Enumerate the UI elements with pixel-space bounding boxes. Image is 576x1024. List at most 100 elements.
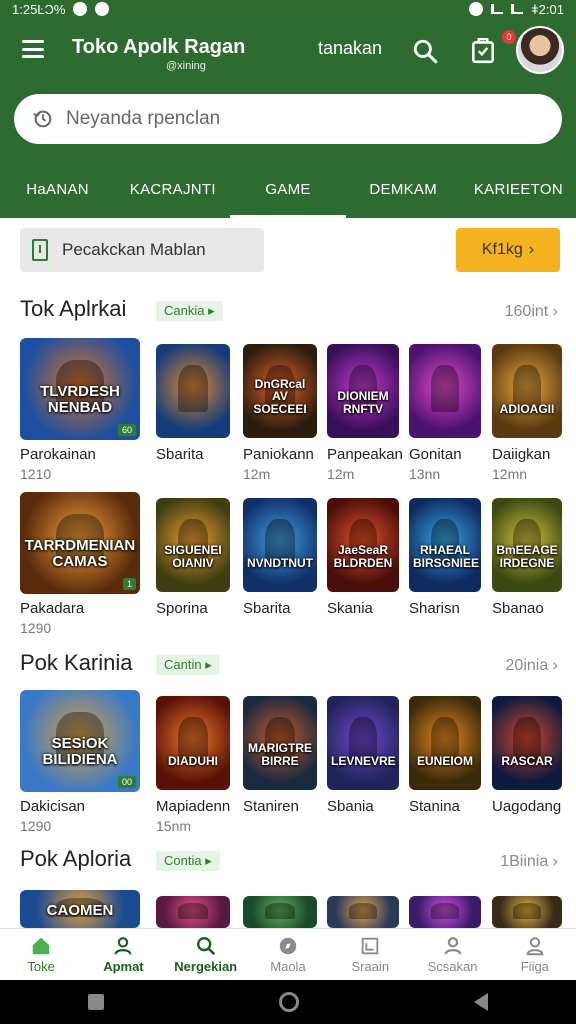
search-bar[interactable] xyxy=(14,94,562,144)
promo-action-button[interactable]: Kf1kg › xyxy=(456,228,560,272)
notification-icon xyxy=(95,2,110,16)
tab-karieeton[interactable]: KARIEETON xyxy=(461,168,576,218)
section-tag-button[interactable]: Cankia ▸ xyxy=(156,301,223,321)
alarm-icon xyxy=(469,2,484,16)
person-icon xyxy=(444,937,461,955)
promo-filter-button[interactable]: Pecakckan Mablan xyxy=(20,228,264,272)
bag-icon[interactable] xyxy=(470,36,496,64)
game-tile[interactable] xyxy=(409,896,481,928)
game-tile[interactable]: DIONIEM RNFTV xyxy=(327,344,399,438)
game-name[interactable]: Sbarita xyxy=(156,446,204,463)
section-see-more-link[interactable]: 20inia › xyxy=(506,657,558,675)
game-tile[interactable] xyxy=(492,896,562,928)
game-cover-title: EUNEIOM xyxy=(416,753,473,768)
game-tile[interactable]: TLVRDESH NENBAD 60 xyxy=(20,338,140,440)
game-name[interactable]: Sharisn xyxy=(409,600,460,617)
game-tile[interactable]: LEVNEVRE xyxy=(327,696,399,790)
game-name[interactable]: Stanina xyxy=(409,798,460,815)
chevron-right-icon: › xyxy=(548,853,558,870)
header-action-link[interactable]: tanakan xyxy=(318,38,382,59)
game-name[interactable]: Parokainan xyxy=(20,446,96,463)
search-icon[interactable] xyxy=(412,38,438,64)
game-meta: 1290 xyxy=(20,620,52,636)
game-name[interactable]: Daiigkan xyxy=(492,446,550,463)
avatar[interactable] xyxy=(516,26,564,74)
home-button-icon[interactable] xyxy=(278,992,299,1012)
game-tile[interactable] xyxy=(327,896,399,928)
nav-item-fiiga[interactable]: Fiiga xyxy=(494,929,576,980)
game-name[interactable]: Sbania xyxy=(327,798,374,815)
game-tile[interactable]: SESiOK BILIDIENA 00 xyxy=(20,690,140,792)
game-name[interactable]: Dakicisan xyxy=(20,798,85,815)
game-tile[interactable]: RHAEAL BIRSGNIEE xyxy=(409,498,481,592)
game-tile[interactable] xyxy=(243,896,317,928)
system-navigation-bar xyxy=(0,980,576,1024)
section-title: Tok Aplrkai xyxy=(20,296,127,321)
rating-badge: 1 xyxy=(122,578,136,590)
bottom-navigation: Toke Apmat Nergekian Maola Sraain Scsakan Fiig… xyxy=(0,928,576,980)
game-cover-title: RASCAR xyxy=(501,753,553,768)
game-tile[interactable]: JaeSeaR BLDRDEN xyxy=(327,498,399,592)
game-tile[interactable]: ADIOAGII xyxy=(492,344,562,438)
game-name[interactable]: Skania xyxy=(327,600,373,617)
nav-item-label: Fiiga xyxy=(520,959,549,974)
game-tile[interactable]: DIADUHI xyxy=(156,696,230,790)
game-character-art xyxy=(513,903,541,920)
game-tile[interactable] xyxy=(156,896,230,928)
battery-icon xyxy=(511,4,524,14)
game-name[interactable]: Mapiadenn xyxy=(156,798,230,815)
game-tile[interactable] xyxy=(409,344,481,438)
account-icon xyxy=(526,937,544,956)
game-name[interactable]: Panpeakan xyxy=(327,446,403,463)
recents-icon[interactable] xyxy=(87,994,104,1010)
menu-icon[interactable] xyxy=(22,40,44,58)
search-input[interactable] xyxy=(66,108,506,130)
category-tabs: HaANAN KACRAJNTI GAME DEMKAM KARIEETON xyxy=(0,168,576,218)
nav-item-scsakan[interactable]: Scsakan xyxy=(411,929,493,980)
game-tile[interactable]: EUNEIOM xyxy=(409,696,481,790)
game-tile[interactable]: SIGUENEI OIANIV xyxy=(156,498,230,592)
section-count-label: 20inia xyxy=(505,657,549,674)
game-cover-title: SIGUENEI OIANIV xyxy=(164,543,222,570)
nav-item-apmat[interactable]: Apmat xyxy=(82,929,164,980)
nav-item-maola[interactable]: Maola xyxy=(247,929,329,980)
section-tag-button[interactable]: Contia ▸ xyxy=(156,851,220,871)
tab-category[interactable]: KACRAJNTI xyxy=(115,168,230,218)
game-name[interactable]: Staniren xyxy=(243,798,299,815)
nav-item-toke[interactable]: Toke xyxy=(0,929,82,980)
game-tile[interactable] xyxy=(156,344,230,438)
game-name[interactable]: Uagodang xyxy=(492,798,561,815)
rating-badge: 60 xyxy=(117,424,136,436)
game-character-art xyxy=(430,903,460,920)
promo-filter-label: Pecakckan Mablan xyxy=(62,240,206,259)
section-tag-button[interactable]: Cantin ▸ xyxy=(156,655,220,675)
game-tile[interactable]: TARRDMENIAN CAMAS 1 xyxy=(20,492,140,594)
game-tile[interactable]: RASCAR xyxy=(492,696,562,790)
section-tag-label: Cantin xyxy=(164,657,202,672)
tab-demkam[interactable]: DEMKAM xyxy=(346,168,461,218)
game-cover-title: DnGRcal AV SOECEEI xyxy=(253,376,307,416)
back-icon[interactable] xyxy=(474,993,489,1011)
game-tile[interactable]: BmEEAGE IRDEGNE xyxy=(492,498,562,592)
game-name[interactable]: Sporina xyxy=(156,600,208,617)
tab-game[interactable]: GAME xyxy=(230,168,346,218)
game-tile[interactable]: CAOMEN xyxy=(20,890,140,928)
nav-item-sraain[interactable]: Sraain xyxy=(329,929,411,980)
game-tile[interactable]: DnGRcal AV SOECEEI xyxy=(243,344,317,438)
game-cover-title: CAOMEN xyxy=(46,902,114,920)
game-name[interactable]: Sbanao xyxy=(492,600,544,617)
section-see-more-link[interactable]: 160int › xyxy=(505,303,558,321)
nav-item-label: Scsakan xyxy=(427,959,478,974)
nav-item-nergekian[interactable]: Nergekian xyxy=(165,929,247,980)
game-name[interactable]: Pakadara xyxy=(20,600,84,617)
game-name[interactable]: Sbarita xyxy=(243,600,291,617)
section-see-more-link[interactable]: 1Biinia › xyxy=(500,853,558,871)
tab-home[interactable]: HaANAN xyxy=(0,168,115,218)
game-cover-title: RHAEAL BIRSGNIEE xyxy=(413,543,480,570)
game-name[interactable]: Gonitan xyxy=(409,446,462,463)
game-name[interactable]: Paniokann xyxy=(243,446,314,463)
game-tile[interactable]: NVNDTNUT xyxy=(243,498,317,592)
game-tile[interactable]: MARIGTRE BIRRE xyxy=(243,696,317,790)
play-arrow-icon: ▸ xyxy=(201,853,212,868)
section-count-label: 160int xyxy=(504,303,549,320)
